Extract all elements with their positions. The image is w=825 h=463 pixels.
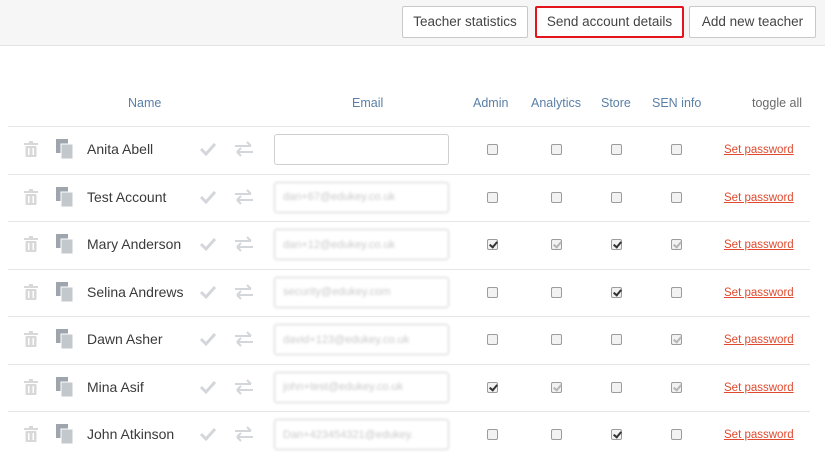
email-field[interactable] <box>274 276 449 308</box>
checkmark-icon[interactable] <box>199 330 217 348</box>
sen-checkbox[interactable] <box>671 191 682 203</box>
set-password-link[interactable]: Set password <box>724 144 794 156</box>
set-password-link[interactable]: Set password <box>724 429 794 441</box>
column-header-name[interactable]: Name <box>128 96 161 110</box>
admin-checkbox[interactable] <box>487 286 498 298</box>
copy-icon[interactable] <box>56 281 74 302</box>
trash-icon[interactable] <box>24 378 38 395</box>
store-checkbox[interactable] <box>611 381 622 393</box>
copy-icon[interactable] <box>56 376 74 397</box>
set-password-link[interactable]: Set password <box>724 287 794 299</box>
table-row: Mary Anderson Set password <box>8 221 810 268</box>
column-header-sen-info[interactable]: SEN info <box>652 96 701 110</box>
set-password-link[interactable]: Set password <box>724 334 794 346</box>
checkmark-icon[interactable] <box>199 140 217 158</box>
checkmark-icon[interactable] <box>199 425 217 443</box>
analytics-checkbox[interactable] <box>551 429 562 440</box>
teacher-name: Test Account <box>87 188 167 205</box>
analytics-checkbox[interactable] <box>551 334 562 345</box>
analytics-checkbox[interactable] <box>551 144 562 155</box>
table-row: Anita Abell Set password <box>8 126 810 173</box>
copy-icon[interactable] <box>56 186 74 207</box>
admin-checkbox[interactable] <box>487 239 498 250</box>
swap-arrows-icon[interactable] <box>234 188 254 205</box>
add-new-teacher-button[interactable]: Add new teacher <box>689 6 816 38</box>
teacher-name: Dawn Asher <box>87 331 163 347</box>
checkmark-icon[interactable] <box>199 283 217 301</box>
teacher-statistics-button[interactable]: Teacher statistics <box>402 6 528 38</box>
sen-checkbox[interactable] <box>671 239 682 250</box>
sen-checkbox[interactable] <box>671 144 682 155</box>
column-header-email[interactable]: Email <box>352 96 383 110</box>
teacher-name: Mina Asif <box>87 378 144 395</box>
trash-icon[interactable] <box>24 331 38 347</box>
email-field[interactable] <box>274 181 449 213</box>
set-password-link[interactable]: Set password <box>724 382 794 394</box>
send-account-details-button[interactable]: Send account details <box>535 6 684 38</box>
analytics-checkbox[interactable] <box>551 381 562 393</box>
copy-icon[interactable] <box>56 234 74 255</box>
swap-arrows-icon[interactable] <box>234 236 254 252</box>
teacher-name: Mary Anderson <box>87 236 182 252</box>
toolbar: Teacher statistics Send account details … <box>0 0 825 46</box>
trash-icon[interactable] <box>24 236 38 252</box>
store-checkbox[interactable] <box>611 429 622 440</box>
email-field[interactable] <box>274 371 449 403</box>
analytics-checkbox[interactable] <box>551 239 562 250</box>
admin-checkbox[interactable] <box>487 334 498 345</box>
toggle-all-link[interactable]: toggle all <box>752 96 802 110</box>
teacher-name: Selina Andrews <box>87 283 184 300</box>
store-checkbox[interactable] <box>611 144 622 155</box>
admin-checkbox[interactable] <box>487 381 498 393</box>
set-password-link[interactable]: Set password <box>724 239 794 251</box>
column-header-store[interactable]: Store <box>601 96 631 110</box>
column-header-analytics[interactable]: Analytics <box>531 96 581 110</box>
email-field[interactable] <box>274 229 449 260</box>
table-row: Selina Andrews Set password <box>8 268 810 316</box>
swap-arrows-icon[interactable] <box>234 141 254 157</box>
admin-checkbox[interactable] <box>487 429 498 440</box>
copy-icon[interactable] <box>56 139 74 160</box>
sen-checkbox[interactable] <box>671 381 682 393</box>
analytics-checkbox[interactable] <box>551 191 562 203</box>
trash-icon[interactable] <box>24 283 38 300</box>
table-row: Dawn Asher Set password <box>8 316 810 363</box>
checkmark-icon[interactable] <box>199 235 217 253</box>
column-header-admin[interactable]: Admin <box>473 96 508 110</box>
teacher-name: John Atkinson <box>87 426 175 442</box>
sen-checkbox[interactable] <box>671 334 682 345</box>
admin-checkbox[interactable] <box>487 144 498 155</box>
store-checkbox[interactable] <box>611 239 622 250</box>
copy-icon[interactable] <box>56 424 74 445</box>
swap-arrows-icon[interactable] <box>234 378 254 395</box>
trash-icon[interactable] <box>24 188 38 205</box>
set-password-link[interactable]: Set password <box>724 192 794 204</box>
checkmark-icon[interactable] <box>199 378 217 396</box>
trash-icon[interactable] <box>24 141 38 157</box>
swap-arrows-icon[interactable] <box>234 331 254 347</box>
checkmark-icon[interactable] <box>199 188 217 206</box>
trash-icon[interactable] <box>24 426 38 442</box>
table-row: Test Account Set password <box>8 173 810 221</box>
store-checkbox[interactable] <box>611 334 622 345</box>
copy-icon[interactable] <box>56 329 74 350</box>
swap-arrows-icon[interactable] <box>234 426 254 442</box>
store-checkbox[interactable] <box>611 286 622 298</box>
email-field[interactable] <box>274 134 449 165</box>
analytics-checkbox[interactable] <box>551 286 562 298</box>
store-checkbox[interactable] <box>611 191 622 203</box>
admin-checkbox[interactable] <box>487 191 498 203</box>
email-field[interactable] <box>274 324 449 355</box>
email-field[interactable] <box>274 419 449 450</box>
teacher-name: Anita Abell <box>87 141 154 157</box>
table-row: Mina Asif Set password <box>8 363 810 411</box>
swap-arrows-icon[interactable] <box>234 283 254 300</box>
table-row: John Atkinson Set password <box>8 411 810 458</box>
sen-checkbox[interactable] <box>671 429 682 440</box>
sen-checkbox[interactable] <box>671 286 682 298</box>
